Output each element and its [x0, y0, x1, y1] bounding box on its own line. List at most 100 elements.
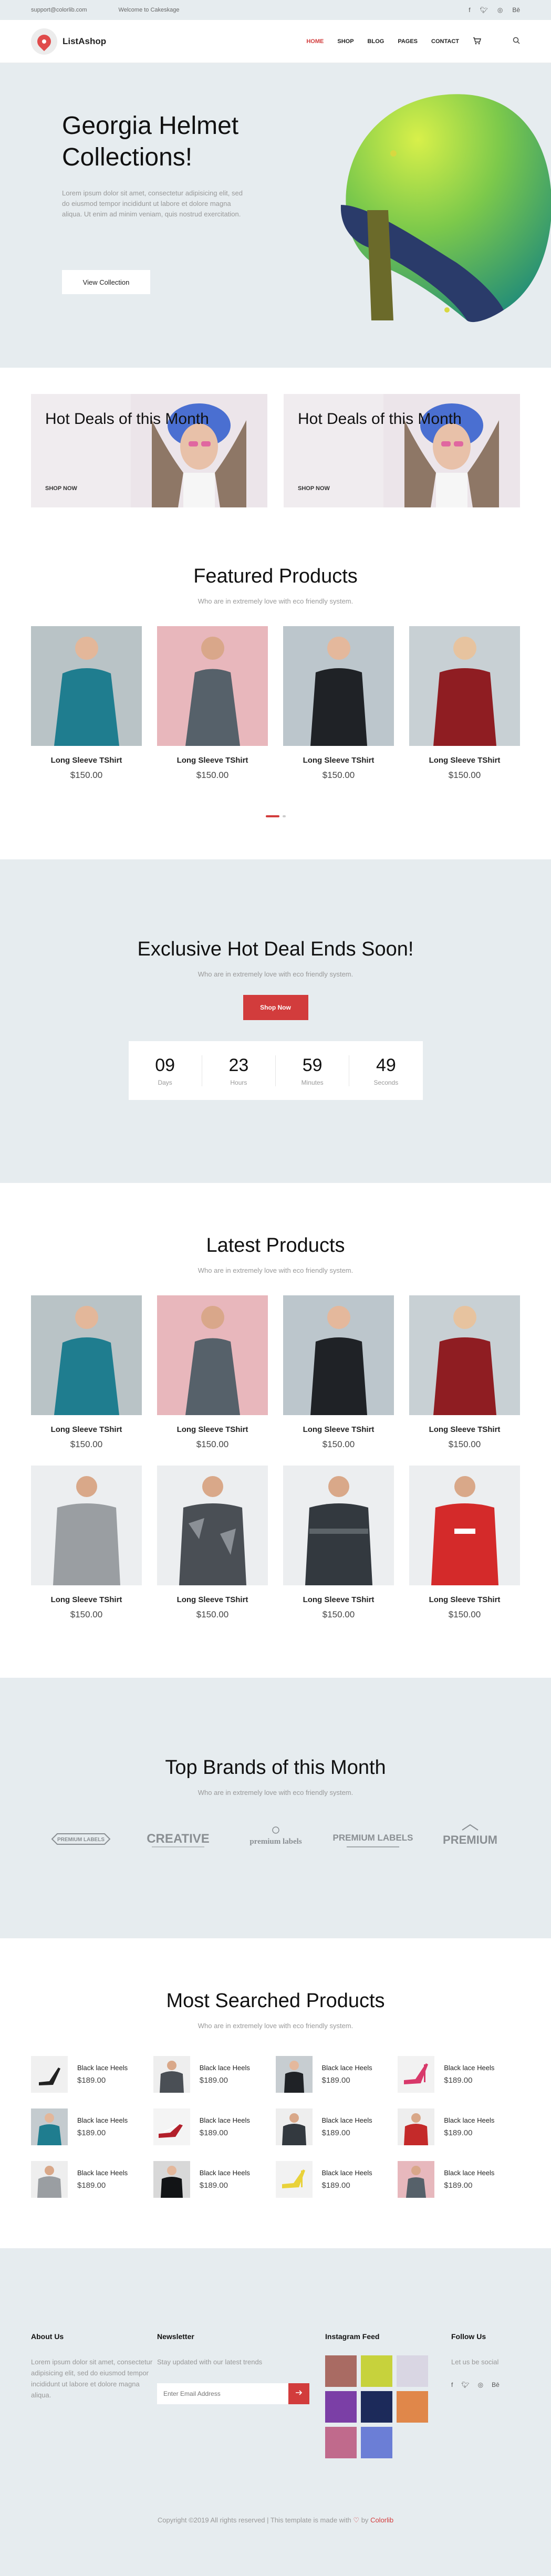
product-card[interactable]: Long Sleeve TShirt $150.00	[31, 626, 142, 781]
searched-item-name: Black lace Heels	[199, 2064, 250, 2072]
nav-shop[interactable]: SHOP	[337, 38, 354, 45]
product-card[interactable]: Long Sleeve TShirt $150.00	[31, 1295, 142, 1450]
instagram-photo[interactable]	[325, 2427, 357, 2458]
product-name[interactable]: Long Sleeve TShirt	[409, 1595, 520, 1604]
deal-card[interactable]: Hot Deals of this Month SHOP NOW	[31, 394, 267, 507]
shop-now-button[interactable]: Shop Now	[243, 995, 308, 1020]
product-name[interactable]: Long Sleeve TShirt	[409, 756, 520, 765]
instagram-photo[interactable]	[325, 2355, 357, 2387]
searched-item[interactable]: Black lace Heels $189.00	[398, 2108, 520, 2145]
product-card[interactable]: Long Sleeve TShirt $150.00	[157, 626, 268, 781]
searched-item[interactable]: Black lace Heels $189.00	[275, 2056, 398, 2093]
product-name[interactable]: Long Sleeve TShirt	[283, 756, 394, 765]
searched-item[interactable]: Black lace Heels $189.00	[153, 2108, 276, 2145]
brand-logo[interactable]: PREMIUM	[425, 1821, 515, 1857]
newsletter-email-input[interactable]	[157, 2383, 288, 2404]
product-price: $150.00	[70, 770, 103, 780]
instagram-photo[interactable]	[361, 2427, 392, 2458]
product-image	[283, 626, 394, 746]
cart-icon[interactable]	[473, 37, 481, 46]
product-name[interactable]: Long Sleeve TShirt	[157, 756, 268, 765]
product-thumbnail	[275, 2108, 313, 2145]
colorlib-link[interactable]: Colorlib	[370, 2516, 393, 2524]
brand-logo[interactable]: premium labels	[231, 1821, 320, 1857]
deal-card[interactable]: Hot Deals of this Month SHOP NOW	[284, 394, 520, 507]
search-icon[interactable]	[513, 37, 520, 47]
searched-item[interactable]: Black lace Heels $189.00	[398, 2161, 520, 2198]
footer-newsletter: Newsletter Stay updated with our latest …	[157, 2332, 325, 2458]
shop-now-link[interactable]: SHOP NOW	[298, 485, 330, 492]
footer-follow: Follow Us Let us be social f 🐦︎ ◎ Bē	[451, 2332, 500, 2458]
product-name[interactable]: Long Sleeve TShirt	[157, 1595, 268, 1604]
brand-logo[interactable]: PREMIUM LABELS	[36, 1821, 126, 1857]
logo[interactable]: ListAshop	[31, 28, 106, 55]
product-thumbnail	[153, 2108, 190, 2145]
product-thumbnail	[31, 2108, 68, 2145]
product-name[interactable]: Long Sleeve TShirt	[157, 1425, 268, 1434]
featured-title: Featured Products	[193, 565, 358, 587]
product-card[interactable]: Long Sleeve TShirt $150.00	[283, 1466, 394, 1620]
hero-banner: Georgia Helmet Collections! Lorem ipsum …	[0, 63, 551, 368]
shop-now-link[interactable]: SHOP NOW	[45, 485, 77, 492]
helmet-image	[340, 94, 551, 323]
support-email[interactable]: support@colorlib.com	[31, 7, 87, 13]
nav-blog[interactable]: BLOG	[368, 38, 384, 45]
twitter-icon[interactable]: 🐦︎	[480, 6, 488, 14]
product-thumbnail	[275, 2056, 313, 2093]
product-name[interactable]: Long Sleeve TShirt	[409, 1425, 520, 1434]
searched-subtitle: Who are in extremely love with eco frien…	[197, 2022, 354, 2030]
instagram-photo[interactable]	[397, 2391, 428, 2423]
facebook-icon[interactable]: f	[469, 6, 470, 14]
product-card[interactable]: Long Sleeve TShirt $150.00	[409, 626, 520, 781]
searched-item-name: Black lace Heels	[321, 2169, 372, 2177]
product-name[interactable]: Long Sleeve TShirt	[31, 756, 142, 765]
nav-contact[interactable]: CONTACT	[431, 38, 459, 45]
searched-item[interactable]: Black lace Heels $189.00	[153, 2161, 276, 2198]
view-collection-button[interactable]: View Collection	[62, 270, 150, 294]
twitter-icon[interactable]: 🐦︎	[461, 2381, 469, 2388]
searched-item[interactable]: Black lace Heels $189.00	[31, 2108, 153, 2145]
behance-icon[interactable]: Bē	[492, 2381, 500, 2388]
instagram-icon[interactable]: ◎	[497, 6, 503, 14]
countdown-minutes: 59 Minutes	[276, 1055, 350, 1086]
product-image	[31, 1466, 142, 1585]
product-name[interactable]: Long Sleeve TShirt	[31, 1425, 142, 1434]
instagram-title: Instagram Feed	[325, 2332, 380, 2341]
product-card[interactable]: Long Sleeve TShirt $150.00	[157, 1295, 268, 1450]
searched-item[interactable]: Black lace Heels $189.00	[398, 2056, 520, 2093]
product-name[interactable]: Long Sleeve TShirt	[283, 1595, 394, 1604]
nav-pages[interactable]: PAGES	[398, 38, 418, 45]
product-price: $150.00	[322, 1609, 355, 1619]
searched-item[interactable]: Black lace Heels $189.00	[31, 2056, 153, 2093]
brand-logo[interactable]: CREATIVE	[133, 1821, 223, 1857]
product-card[interactable]: Long Sleeve TShirt $150.00	[409, 1295, 520, 1450]
product-name[interactable]: Long Sleeve TShirt	[31, 1595, 142, 1604]
instagram-photo[interactable]	[325, 2391, 357, 2423]
searched-item-price: $189.00	[199, 2128, 228, 2137]
searched-item-name: Black lace Heels	[321, 2116, 372, 2124]
product-card[interactable]: Long Sleeve TShirt $150.00	[157, 1466, 268, 1620]
instagram-photo[interactable]	[397, 2355, 428, 2387]
product-card[interactable]: Long Sleeve TShirt $150.00	[409, 1466, 520, 1620]
product-card[interactable]: Long Sleeve TShirt $150.00	[283, 626, 394, 781]
instagram-photo[interactable]	[361, 2391, 392, 2423]
newsletter-submit-button[interactable]	[288, 2383, 309, 2404]
searched-item[interactable]: Black lace Heels $189.00	[31, 2161, 153, 2198]
dribbble-icon[interactable]: ◎	[478, 2381, 483, 2388]
searched-item[interactable]: Black lace Heels $189.00	[275, 2161, 398, 2198]
searched-item[interactable]: Black lace Heels $189.00	[275, 2108, 398, 2145]
facebook-icon[interactable]: f	[451, 2381, 453, 2388]
searched-item[interactable]: Black lace Heels $189.00	[153, 2056, 276, 2093]
product-card[interactable]: Long Sleeve TShirt $150.00	[283, 1295, 394, 1450]
latest-grid-row: Long Sleeve TShirt $150.00 Long Sleeve T…	[31, 1295, 520, 1450]
deals-section: Hot Deals of this Month SHOP NOW Hot Dea…	[0, 368, 551, 539]
carousel-dot[interactable]	[282, 815, 286, 817]
searched-item-price: $189.00	[77, 2076, 106, 2085]
brand-logo[interactable]: PREMIUM LABELS	[328, 1821, 418, 1857]
behance-icon[interactable]: Bē	[512, 6, 520, 14]
product-card[interactable]: Long Sleeve TShirt $150.00	[31, 1466, 142, 1620]
nav-home[interactable]: HOME	[306, 38, 324, 45]
carousel-dot-active[interactable]	[265, 815, 279, 817]
product-name[interactable]: Long Sleeve TShirt	[283, 1425, 394, 1434]
instagram-photo[interactable]	[361, 2355, 392, 2387]
